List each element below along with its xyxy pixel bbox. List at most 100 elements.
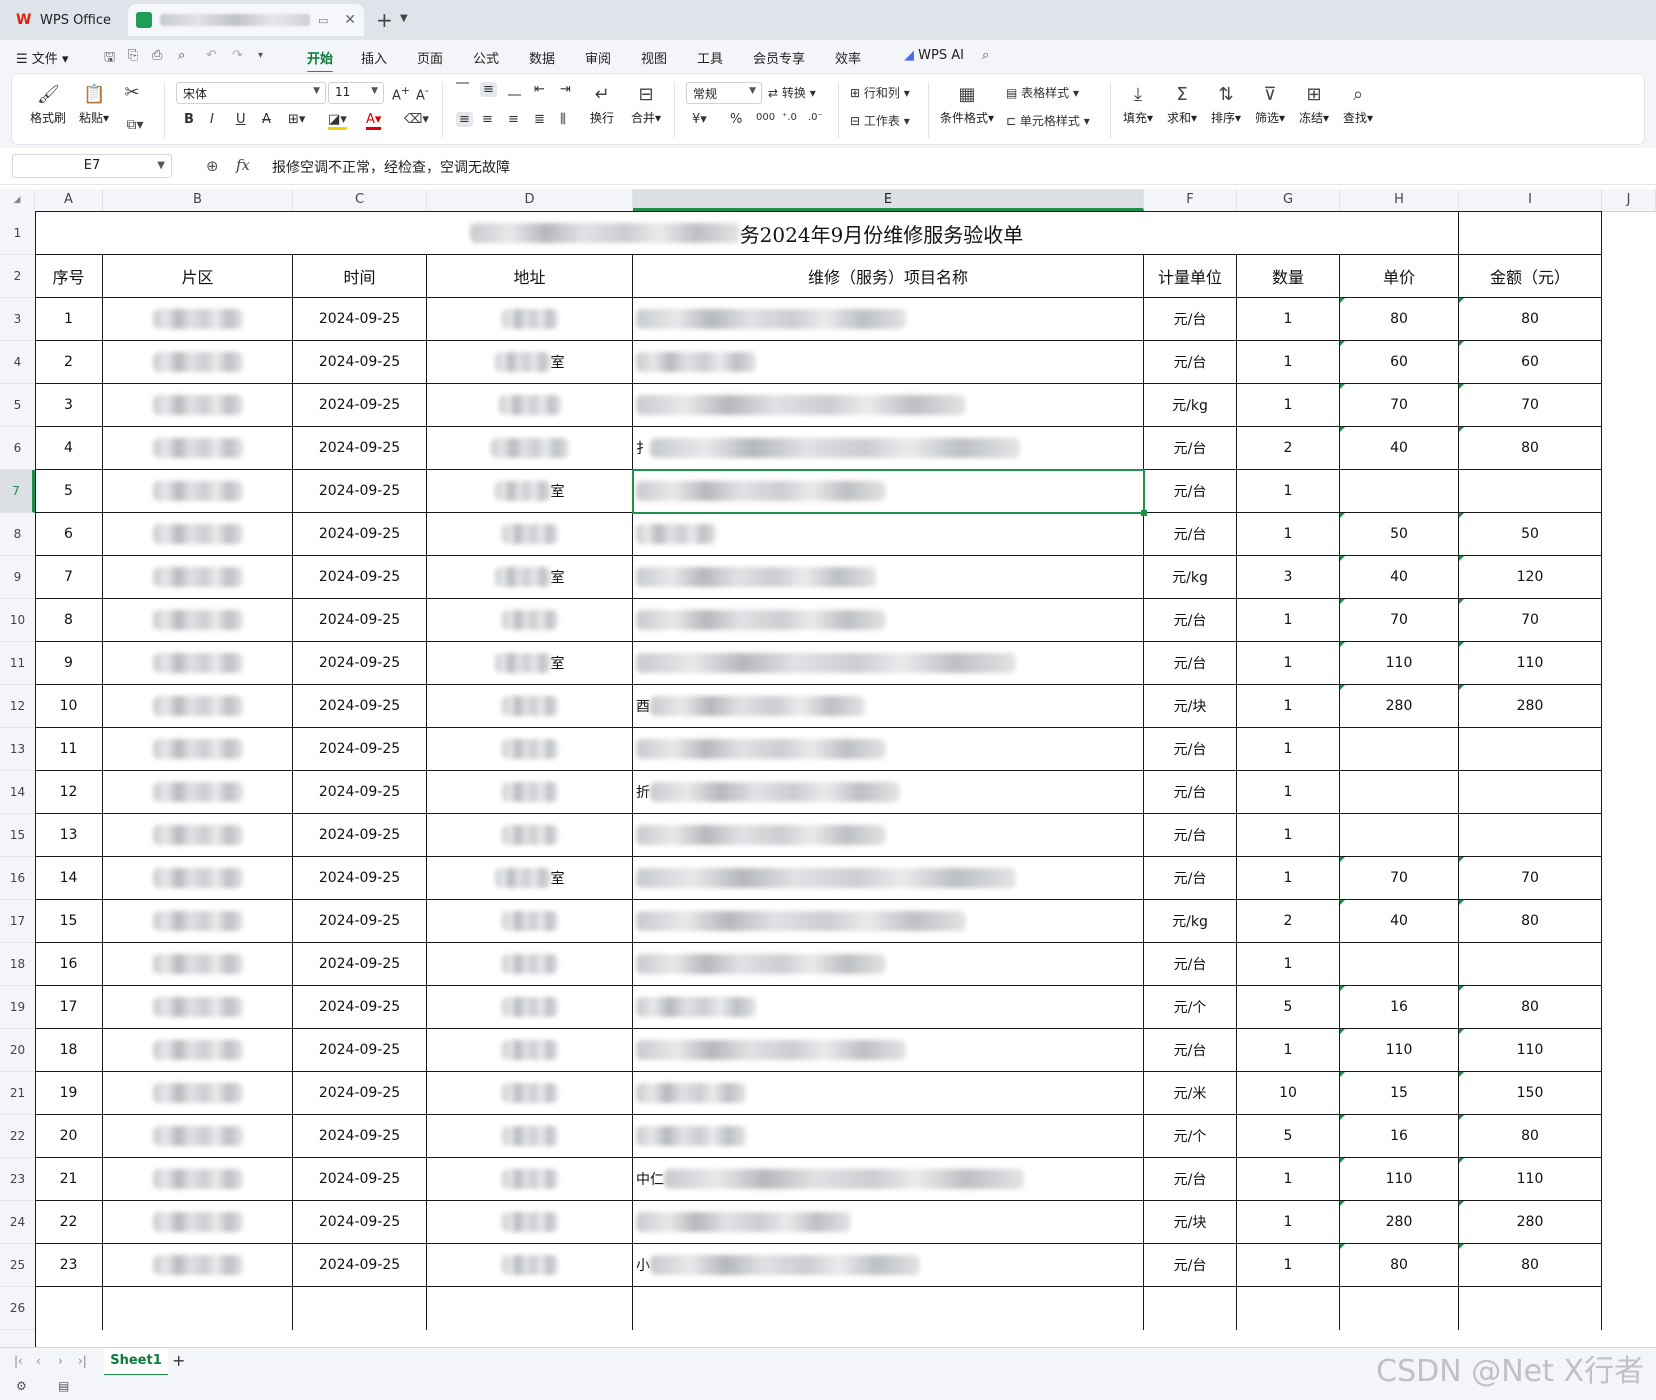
address-cell[interactable] [427, 513, 633, 556]
date-cell[interactable]: 2024-09-25 [293, 1115, 427, 1158]
item-name-cell[interactable] [633, 341, 1144, 384]
row-header[interactable]: 17 [0, 900, 35, 943]
row-number-cell[interactable]: 7 [35, 556, 103, 599]
address-cell[interactable] [427, 771, 633, 814]
unit-cell[interactable]: 元/台 [1144, 599, 1237, 642]
district-cell[interactable] [103, 642, 293, 685]
quantity-cell[interactable]: 1 [1237, 513, 1340, 556]
quantity-cell[interactable]: 2 [1237, 427, 1340, 470]
district-cell[interactable] [103, 1158, 293, 1201]
last-sheet-icon[interactable]: ›| [78, 1354, 87, 1368]
district-cell[interactable] [103, 384, 293, 427]
item-name-cell[interactable] [633, 642, 1144, 685]
thousands-icon[interactable]: 000 [756, 112, 775, 123]
table-cell[interactable] [1340, 1287, 1459, 1330]
item-name-cell[interactable] [633, 1115, 1144, 1158]
unit-price-cell[interactable] [1340, 771, 1459, 814]
item-name-cell[interactable] [633, 1072, 1144, 1115]
next-sheet-icon[interactable]: › [58, 1354, 63, 1368]
address-cell[interactable]: 室 [427, 341, 633, 384]
item-name-cell[interactable] [633, 298, 1144, 341]
table-cell[interactable] [103, 1287, 293, 1330]
format-painter-button[interactable]: 🖌 格式刷 [28, 84, 68, 126]
filter-button[interactable]: ⊽ 筛选▾ [1250, 84, 1290, 126]
column-header[interactable]: E [633, 189, 1144, 211]
address-cell[interactable] [427, 1244, 633, 1287]
row-header[interactable]: 14 [0, 771, 35, 814]
first-sheet-icon[interactable]: |‹ [14, 1354, 23, 1368]
tab-tools[interactable]: 工具 [697, 48, 723, 67]
amount-cell[interactable]: 80 [1459, 427, 1602, 470]
district-cell[interactable] [103, 771, 293, 814]
district-cell[interactable] [103, 427, 293, 470]
amount-cell[interactable]: 110 [1459, 1158, 1602, 1201]
amount-cell[interactable] [1459, 470, 1602, 513]
unit-price-cell[interactable]: 110 [1340, 1029, 1459, 1072]
row-header[interactable]: 12 [0, 685, 35, 728]
district-cell[interactable] [103, 943, 293, 986]
date-cell[interactable]: 2024-09-25 [293, 642, 427, 685]
table-cell[interactable] [1144, 1287, 1237, 1330]
name-box[interactable]: E7 ▼ [12, 154, 172, 178]
item-name-cell[interactable] [633, 1029, 1144, 1072]
district-cell[interactable] [103, 900, 293, 943]
quantity-cell[interactable]: 1 [1237, 728, 1340, 771]
amount-cell[interactable]: 110 [1459, 1029, 1602, 1072]
column-header[interactable]: B [103, 189, 293, 211]
tab-insert[interactable]: 插入 [361, 48, 387, 67]
unit-price-cell[interactable] [1340, 470, 1459, 513]
unit-cell[interactable]: 元/台 [1144, 341, 1237, 384]
row-header[interactable]: 3 [0, 298, 35, 341]
zoom-icon[interactable]: ⊕ [206, 157, 219, 175]
row-header[interactable]: 1 [0, 211, 35, 255]
row-number-cell[interactable]: 18 [35, 1029, 103, 1072]
font-size-select[interactable]: 11 ▼ [328, 82, 384, 104]
decrease-font-icon[interactable]: A- [416, 84, 429, 103]
date-cell[interactable]: 2024-09-25 [293, 771, 427, 814]
sheet-tab[interactable]: Sheet1 [104, 1348, 168, 1376]
date-cell[interactable]: 2024-09-25 [293, 857, 427, 900]
district-cell[interactable] [103, 1115, 293, 1158]
unit-cell[interactable]: 元/块 [1144, 1201, 1237, 1244]
unit-price-cell[interactable]: 60 [1340, 341, 1459, 384]
wps-home-tab[interactable]: W WPS Office [6, 6, 125, 34]
quantity-cell[interactable]: 1 [1237, 943, 1340, 986]
unit-price-cell[interactable]: 40 [1340, 556, 1459, 599]
district-cell[interactable] [103, 1072, 293, 1115]
border-icon[interactable]: ⊞▾ [288, 112, 305, 127]
row-header[interactable]: 10 [0, 599, 35, 642]
header-cell[interactable]: 单价 [1340, 255, 1459, 298]
amount-cell[interactable] [1459, 728, 1602, 771]
align-center-icon[interactable]: ≡ [482, 112, 493, 127]
row-number-cell[interactable]: 17 [35, 986, 103, 1029]
table-cell[interactable] [427, 1287, 633, 1330]
header-cell[interactable]: 计量单位 [1144, 255, 1237, 298]
district-cell[interactable] [103, 513, 293, 556]
formula-input[interactable]: 报修空调不正常，经检查，空调无故障 [272, 157, 510, 177]
item-name-cell[interactable] [633, 470, 1144, 513]
row-header[interactable]: 8 [0, 513, 35, 556]
address-cell[interactable] [427, 814, 633, 857]
amount-cell[interactable]: 50 [1459, 513, 1602, 556]
table-cell[interactable] [1459, 1287, 1602, 1330]
macro-icon[interactable]: ⚙ [16, 1379, 27, 1393]
select-all-corner[interactable]: ◢ [0, 189, 35, 211]
header-cell[interactable]: 数量 [1237, 255, 1340, 298]
item-name-cell[interactable] [633, 513, 1144, 556]
print-icon[interactable]: ⎙ [152, 48, 162, 63]
item-name-cell[interactable] [633, 728, 1144, 771]
unit-price-cell[interactable]: 40 [1340, 900, 1459, 943]
date-cell[interactable]: 2024-09-25 [293, 1201, 427, 1244]
row-number-cell[interactable]: 2 [35, 341, 103, 384]
amount-cell[interactable]: 280 [1459, 685, 1602, 728]
address-cell[interactable]: 室 [427, 857, 633, 900]
item-name-cell[interactable] [633, 384, 1144, 427]
row-number-cell[interactable]: 9 [35, 642, 103, 685]
item-name-cell[interactable] [633, 986, 1144, 1029]
district-cell[interactable] [103, 728, 293, 771]
row-number-cell[interactable]: 6 [35, 513, 103, 556]
tab-review[interactable]: 审阅 [585, 48, 611, 67]
row-header[interactable]: 22 [0, 1115, 35, 1158]
unit-price-cell[interactable]: 280 [1340, 685, 1459, 728]
header-cell[interactable]: 金额（元） [1459, 255, 1602, 298]
